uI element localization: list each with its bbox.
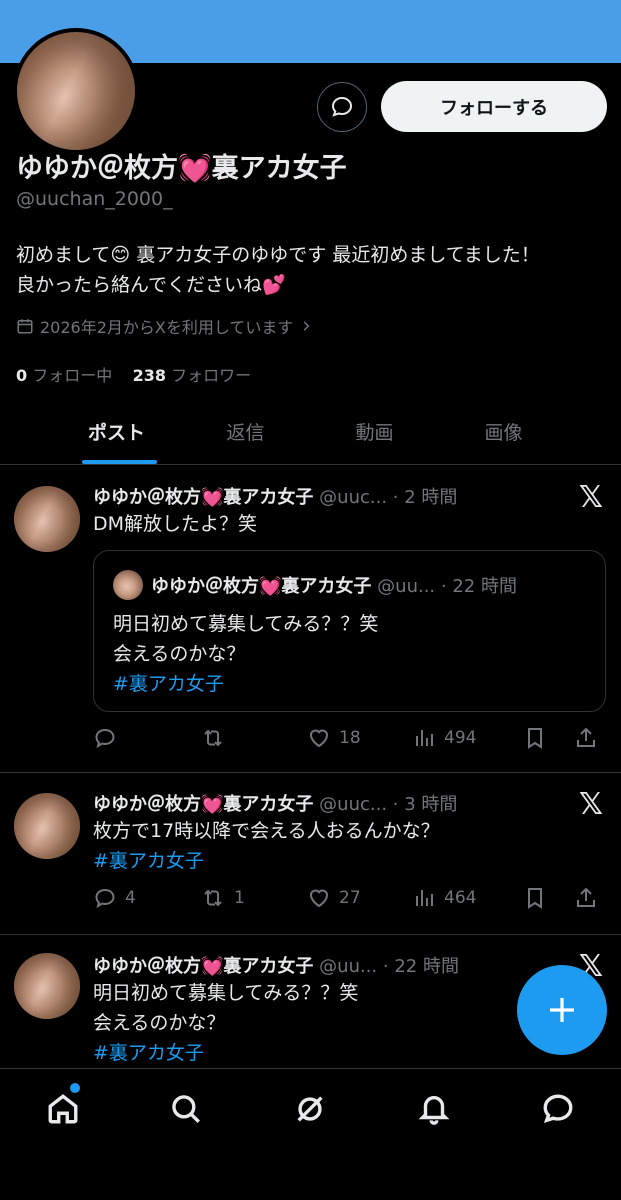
bottom-navigation — [0, 1068, 621, 1200]
follow-counts: 0 フォロー中 238 フォロワー — [16, 362, 251, 386]
heart-icon — [309, 889, 329, 908]
joined-info[interactable]: 2026年2月からXを利用しています — [16, 314, 313, 338]
quoted-post[interactable]: ゆゆか＠枚方💓裏アカ女子 @uu... · 22 時間 明日初めて募集してみる？… — [93, 550, 606, 712]
search-icon — [172, 1095, 200, 1123]
tab-videos[interactable]: 動画 — [310, 400, 439, 464]
x-logo-icon[interactable]: 𝕏 — [579, 480, 603, 515]
chat-icon — [543, 1094, 573, 1124]
post-actions: 4 1 27 464 — [93, 883, 606, 913]
quoted-avatar — [113, 570, 143, 600]
views-button[interactable]: 494 — [414, 726, 524, 750]
bookmark-button[interactable] — [524, 886, 574, 910]
quoted-text: 明日初めて募集してみる？？笑 会えるのかな？ #裏アカ女子 — [113, 609, 378, 699]
share-button[interactable] — [574, 726, 604, 750]
bookmark-button[interactable] — [524, 726, 574, 750]
nav-home[interactable] — [43, 1089, 83, 1129]
chevron-right-icon — [304, 321, 310, 331]
post-avatar[interactable] — [14, 953, 80, 1019]
reply-icon — [95, 728, 115, 749]
like-button[interactable]: 27 — [307, 886, 414, 910]
post-handle: @uuc... — [319, 487, 388, 508]
post-time: 3 時間 — [404, 794, 458, 815]
calendar-icon — [17, 319, 33, 334]
followers-link[interactable]: 238 フォロワー — [133, 366, 252, 385]
repost-icon — [204, 729, 222, 747]
post-header: ゆゆか＠枚方💓裏アカ女子 @uuc... · 2 時間 — [93, 487, 458, 508]
post-actions: 18 494 — [93, 723, 606, 753]
message-button[interactable] — [317, 82, 367, 132]
post-handle: @uuc... — [319, 794, 388, 815]
post-handle: @uu... — [319, 956, 378, 977]
post-author-name[interactable]: ゆゆか＠枚方💓裏アカ女子 — [93, 487, 313, 508]
post-item[interactable]: ゆゆか＠枚方💓裏アカ女子 @uuc... · 2 時間 𝕏 DM解放したよ？笑 … — [0, 466, 621, 773]
post-text: DM解放したよ？笑 — [93, 513, 258, 535]
following-link[interactable]: 0 フォロー中 — [16, 366, 112, 385]
profile-handle: @uuchan_2000_ — [16, 188, 173, 210]
bookmark-icon — [528, 728, 542, 749]
nav-search[interactable] — [166, 1089, 206, 1129]
post-text: 枚方で17時以降で会える人おるんかな？ #裏アカ女子 — [93, 816, 440, 876]
post-avatar[interactable] — [14, 486, 80, 552]
post-text: 明日初めて募集してみる？？笑 会えるのかな？ #裏アカ女子 — [93, 978, 358, 1068]
bio-line: 初めまして😊 裏アカ女子のゆゆです 最近初めましてました！ — [16, 244, 540, 266]
hashtag-link[interactable]: #裏アカ女子 — [93, 1038, 358, 1068]
post-author-name[interactable]: ゆゆか＠枚方💓裏アカ女子 — [93, 794, 313, 815]
share-icon — [577, 727, 595, 747]
x-logo-icon[interactable]: 𝕏 — [579, 787, 603, 822]
profile-tabs: ポスト 返信 動画 画像 — [0, 400, 621, 465]
profile-display-name: ゆゆか＠枚方💓裏アカ女子 — [16, 153, 347, 184]
reply-count: 4 — [125, 888, 136, 908]
reply-button[interactable] — [93, 726, 200, 750]
quoted-author-name: ゆゆか＠枚方💓裏アカ女子 — [151, 576, 372, 597]
tab-images[interactable]: 画像 — [439, 400, 568, 464]
bio-line: 良かったら絡んでくださいね💕 — [16, 274, 286, 296]
repost-button[interactable]: 1 — [200, 886, 307, 910]
follow-button[interactable]: フォローする — [381, 81, 607, 132]
compose-button[interactable] — [517, 965, 607, 1055]
post-avatar[interactable] — [14, 793, 80, 859]
profile-bio: 初めまして😊 裏アカ女子のゆゆです 最近初めましてました！ 良かったら絡んでくだ… — [16, 240, 606, 300]
share-icon — [577, 887, 595, 907]
hashtag-link[interactable]: #裏アカ女子 — [113, 669, 378, 699]
notification-dot — [70, 1083, 80, 1093]
plus-icon — [550, 998, 574, 1022]
bell-icon — [418, 1096, 450, 1125]
analytics-icon — [416, 890, 433, 906]
views-count: 464 — [444, 888, 477, 908]
reply-button[interactable]: 4 — [93, 886, 200, 910]
views-count: 494 — [444, 728, 477, 748]
hashtag-link[interactable]: #裏アカ女子 — [93, 846, 440, 876]
nav-messages[interactable] — [538, 1089, 578, 1129]
nav-notifications[interactable] — [414, 1089, 454, 1129]
repost-icon — [204, 889, 222, 907]
quoted-header: ゆゆか＠枚方💓裏アカ女子 @uu... · 22 時間 — [151, 576, 517, 597]
share-button[interactable] — [574, 886, 604, 910]
like-count: 18 — [339, 728, 361, 748]
heart-icon — [309, 729, 329, 748]
bookmark-icon — [528, 888, 542, 909]
post-header: ゆゆか＠枚方💓裏アカ女子 @uuc... · 3 時間 — [93, 794, 458, 815]
like-count: 27 — [339, 888, 361, 908]
repost-count: 1 — [234, 888, 245, 908]
post-header: ゆゆか＠枚方💓裏アカ女子 @uu... · 22 時間 — [93, 956, 459, 977]
message-icon — [331, 96, 353, 117]
analytics-icon — [416, 730, 433, 746]
profile-avatar[interactable] — [13, 28, 139, 154]
post-time: 22 時間 — [394, 956, 459, 977]
reply-icon — [95, 888, 115, 909]
repost-button[interactable] — [200, 726, 307, 750]
like-button[interactable]: 18 — [307, 726, 414, 750]
post-time: 2 時間 — [404, 487, 458, 508]
quoted-handle: @uu... — [377, 576, 436, 597]
tab-posts[interactable]: ポスト — [52, 400, 181, 464]
tab-replies[interactable]: 返信 — [181, 400, 310, 464]
post-item[interactable]: ゆゆか＠枚方💓裏アカ女子 @uuc... · 3 時間 𝕏 枚方で17時以降で会… — [0, 773, 621, 935]
joined-text: 2026年2月からXを利用しています — [40, 318, 294, 337]
grok-icon — [297, 1096, 323, 1122]
nav-grok[interactable] — [290, 1089, 330, 1129]
quoted-time: 22 時間 — [452, 576, 517, 597]
views-button[interactable]: 464 — [414, 886, 524, 910]
post-author-name[interactable]: ゆゆか＠枚方💓裏アカ女子 — [93, 956, 313, 977]
home-icon — [48, 1094, 78, 1124]
